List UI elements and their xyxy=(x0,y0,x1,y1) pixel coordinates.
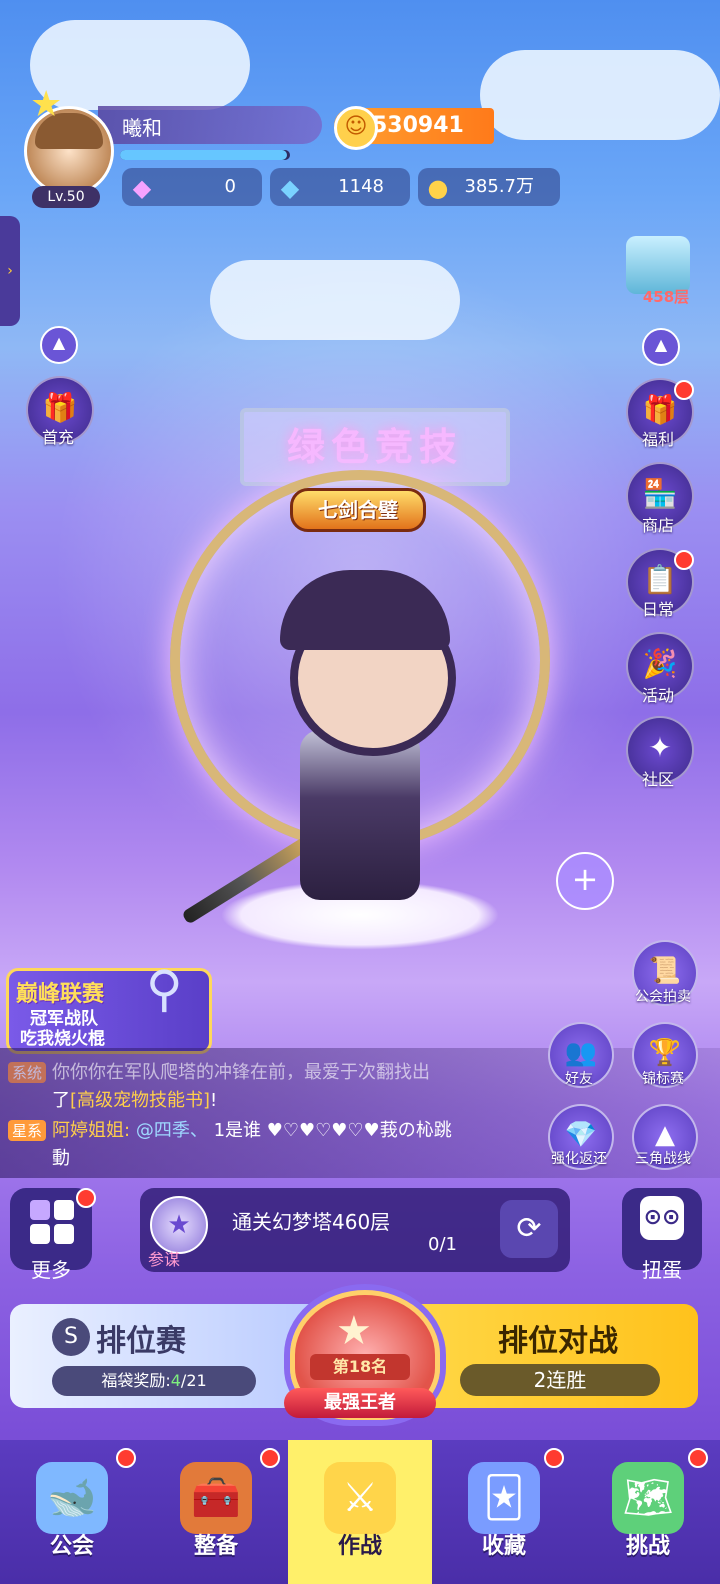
grid-icon xyxy=(30,1200,76,1246)
chat-channel-tag: 系统 xyxy=(8,1062,47,1083)
skill-badge: 七剑合璧 xyxy=(290,488,426,532)
guild-whale-icon: 🐋 xyxy=(36,1462,108,1534)
gacha-label: 扭蛋 xyxy=(642,1258,682,1282)
score-icon: ☺ xyxy=(334,106,378,150)
nav-equipment-dot xyxy=(260,1448,280,1468)
chat-text: ! xyxy=(210,1090,218,1111)
quest-text: 通关幻梦塔460层 xyxy=(232,1210,391,1234)
win-streak: 2连胜 xyxy=(460,1364,660,1396)
gacha-icon: ⊙⊙ xyxy=(640,1196,684,1240)
nav-collection-dot xyxy=(544,1448,564,1468)
ranked-battle-title: 排位对战 xyxy=(498,1324,618,1359)
hero-armor[interactable] xyxy=(300,730,420,900)
right-collapse-button[interactable]: ▲ xyxy=(642,328,680,366)
chat-line: 動 xyxy=(52,1148,70,1169)
nav-equipment-label: 整备 xyxy=(193,1534,238,1559)
friends-label: 好友 xyxy=(565,1071,593,1087)
more-label: 更多 xyxy=(31,1258,71,1282)
equipment-chest-icon: 🧰 xyxy=(180,1462,252,1534)
star-icon: ★ xyxy=(30,84,63,125)
xp-bar xyxy=(120,150,290,160)
first-charge-label: 首充 xyxy=(41,428,74,447)
nav-collection-label: 收藏 xyxy=(481,1534,526,1559)
cloud xyxy=(480,50,720,140)
left-collapse-button[interactable]: ▲ xyxy=(40,326,78,364)
nav-challenge-dot xyxy=(688,1448,708,1468)
chat-mention[interactable]: @四季、 xyxy=(136,1120,208,1141)
nav-challenge-label: 挑战 xyxy=(625,1534,670,1559)
chat-channel-tag: 星系 xyxy=(8,1120,47,1141)
chat-line: 星系 阿婷姐姐: @四季、 1是谁 ♥♡♥♡♥♡♥莪の杺跳 xyxy=(8,1116,452,1142)
star-icon: ★ xyxy=(336,1308,372,1354)
shop-label: 商店 xyxy=(641,516,674,535)
cloud xyxy=(30,20,250,110)
banner-line2: 吃我烧火棍 xyxy=(20,1029,105,1049)
nav-guild-dot xyxy=(116,1448,136,1468)
chat-item-link[interactable]: [高级宠物技能书] xyxy=(70,1090,210,1111)
xp-bar-fill xyxy=(120,150,287,160)
welfare-label: 福利 xyxy=(641,430,674,449)
nav-battle-label: 作战 xyxy=(337,1534,382,1559)
lucky-bag-reward[interactable]: 福袋奖励:4/21 xyxy=(52,1366,256,1396)
chat-line: 系统 你你你在军队爬塔的冲锋在前，最爱于次翻找出 xyxy=(8,1058,430,1084)
rank-title: 最强王者 xyxy=(284,1388,436,1418)
nav-battle[interactable]: ⚔ 作战 xyxy=(288,1440,432,1584)
blue-diamond-icon: ◆ xyxy=(280,174,300,202)
triangle-front-label: 三角战线 xyxy=(635,1151,691,1167)
daily-notification-dot xyxy=(674,550,694,570)
quest-tag: 参谋 xyxy=(148,1250,181,1269)
side-drawer-toggle[interactable]: › xyxy=(0,216,20,326)
nav-guild-label: 公会 xyxy=(49,1534,94,1559)
collection-cards-icon: 🃏 xyxy=(468,1462,540,1534)
refresh-icon[interactable]: ⟳ xyxy=(500,1200,558,1258)
chat-text: 1是谁 ♥♡♥♡♥♡♥莪の杺跳 xyxy=(213,1120,452,1141)
quest-progress: 0/1 xyxy=(428,1234,457,1255)
community-label: 社区 xyxy=(641,770,674,789)
more-notification-dot xyxy=(76,1188,96,1208)
player-name: 曦和 xyxy=(122,116,162,140)
rank-number: 第18名 xyxy=(310,1354,410,1380)
reward-value: 4 xyxy=(170,1371,181,1390)
daily-label: 日常 xyxy=(641,600,674,619)
crossed-swords-icon: ⚔ xyxy=(324,1462,396,1534)
enhance-refund-label: 强化返还 xyxy=(551,1151,607,1167)
chat-line: 了[高级宠物技能书]! xyxy=(52,1086,217,1112)
ranked-icon: S xyxy=(52,1318,90,1356)
challenge-map-icon: 🗺 xyxy=(612,1462,684,1534)
guild-auction-label: 公会拍卖 xyxy=(635,989,691,1005)
tower-floor-label: 458层 xyxy=(642,288,690,306)
reward-total: /21 xyxy=(180,1371,207,1390)
gold-coin-icon: ● xyxy=(427,174,449,202)
event-label: 活动 xyxy=(641,686,674,705)
chat-text: 你你你在军队爬塔的冲锋在前，最爱于次翻找出 xyxy=(52,1062,431,1083)
tournament-label: 锦标赛 xyxy=(642,1071,684,1087)
add-button[interactable]: + xyxy=(556,852,614,910)
wand-icon: ⚲ xyxy=(146,960,183,1018)
chat-text: 了 xyxy=(52,1090,70,1111)
welfare-notification-dot xyxy=(674,380,694,400)
reward-label: 福袋奖励: xyxy=(101,1371,171,1390)
chat-sender[interactable]: 阿婷姐姐: xyxy=(52,1120,130,1141)
ranked-title: 排位赛 xyxy=(96,1324,186,1359)
pink-gem-icon: ◆ xyxy=(132,174,152,202)
player-level: Lv.50 xyxy=(32,186,100,208)
